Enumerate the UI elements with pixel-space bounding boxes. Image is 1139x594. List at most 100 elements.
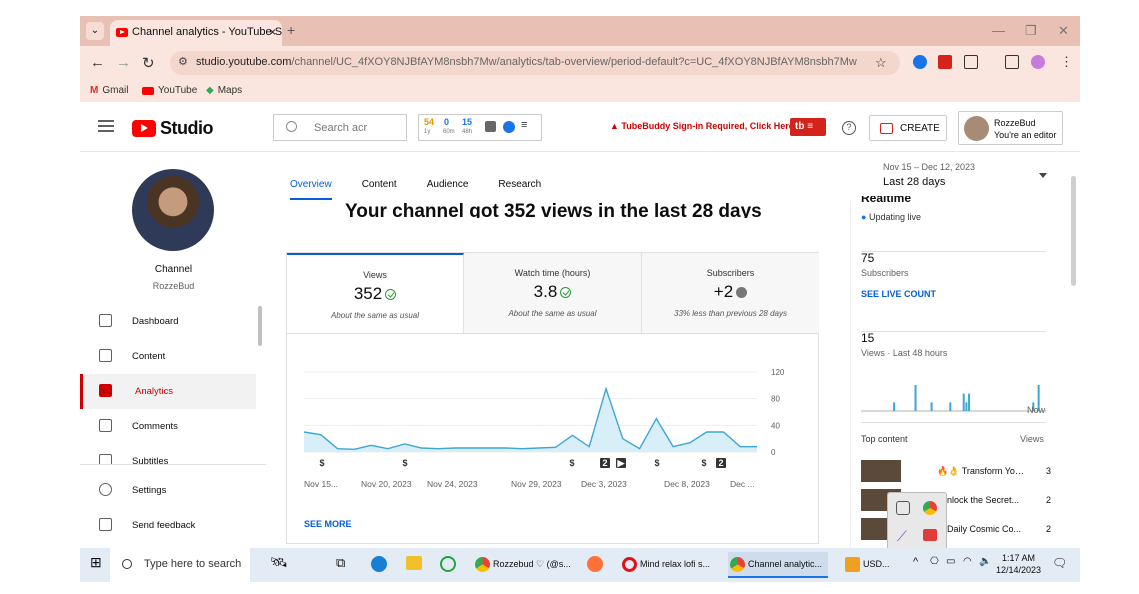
tab-research[interactable]: Research <box>498 179 541 200</box>
tray-overflow-chevron-icon[interactable]: ^ <box>913 556 918 568</box>
extensions-puzzle-icon[interactable] <box>964 55 978 69</box>
stat-views[interactable]: Views 352 About the same as usual <box>287 253 464 333</box>
taskbar-app-opera[interactable]: Mind relax lofi s... <box>620 552 720 578</box>
weather-icon[interactable]: 🛰 <box>270 554 288 571</box>
tb-extension-icon[interactable] <box>503 121 515 133</box>
left-sidebar: Channel RozzeBud Dashboard Content Analy… <box>80 153 270 563</box>
views-48h-count: 15 <box>861 331 875 345</box>
tab-overview[interactable]: Overview <box>290 179 332 200</box>
tab-search-icon[interactable]: ⌄ <box>86 22 104 40</box>
system-clock[interactable]: 1:17 AM 12/14/2023 <box>996 552 1041 576</box>
active-tab[interactable]: Channel analytics - YouTube Studio × <box>110 20 282 46</box>
subscribers-label: Subscribers <box>861 268 909 278</box>
date-range-label: Last 28 days <box>883 176 946 188</box>
sidebar-item-comments[interactable]: Comments <box>80 409 256 444</box>
windows-start-icon[interactable]: ⊞ <box>90 554 102 571</box>
youtube-logo-icon <box>132 120 156 137</box>
tb-chart-icon[interactable] <box>485 121 496 132</box>
views-chart: 120 80 40 0 $ $ $2 ▶ $ $2 Nov 15... Nov 20, 2023 Nov… <box>303 368 785 489</box>
tab-audience[interactable]: Audience <box>427 179 469 200</box>
sidebar-item-content[interactable]: Content <box>80 339 256 374</box>
stat-watch-time[interactable]: Watch time (hours) 3.8 About the same as… <box>464 253 642 333</box>
more-menu-icon[interactable]: ⋮ <box>1060 54 1073 70</box>
chrome-icon <box>475 557 490 572</box>
reload-icon[interactable]: ↻ <box>142 54 155 72</box>
check-circle-icon <box>560 287 572 299</box>
sidebar-item-subtitles[interactable]: Subtitles <box>80 444 256 464</box>
wifi-icon[interactable]: ◠ <box>963 556 972 567</box>
taskbar-app-chrome-1[interactable]: Rozzebud ♡ (@s... <box>473 552 573 578</box>
page-scrollbar[interactable] <box>1071 176 1076 286</box>
flag-icon[interactable] <box>923 529 937 541</box>
sidebar-item-dashboard[interactable]: Dashboard <box>80 304 256 339</box>
sidebar-item-analytics[interactable]: Analytics <box>80 374 256 409</box>
stat-subscribers[interactable]: Subscribers +2 33% less than previous 28… <box>642 253 819 333</box>
see-live-count-link[interactable]: SEE LIVE COUNT <box>861 289 936 299</box>
back-icon[interactable]: ← <box>90 54 105 71</box>
tubebuddy-stats-widget[interactable]: 54 0 15 1y 60m 48h ≡ <box>418 114 542 141</box>
tubebuddy-menu-button[interactable]: tb ≡ <box>790 118 826 136</box>
extension-icon[interactable] <box>913 55 927 69</box>
task-view-icon[interactable]: ⧉ <box>336 555 345 571</box>
account-switcher[interactable]: RozzeBud You're an editor <box>958 111 1063 145</box>
video-thumbnail <box>861 460 901 482</box>
stat-value: 352 <box>353 284 383 303</box>
profile-avatar-icon[interactable] <box>1031 55 1045 69</box>
tab-close-icon[interactable]: × <box>269 25 276 39</box>
sidebar-item-settings[interactable]: Settings <box>80 473 256 508</box>
chrome-icon[interactable] <box>923 501 937 515</box>
file-explorer-icon[interactable] <box>406 556 422 570</box>
address-bar[interactable]: ⚙ studio.youtube.com/channel/UC_4fXOY8NJ… <box>170 51 900 75</box>
views-line <box>303 386 757 451</box>
extension-icon[interactable] <box>938 55 952 69</box>
see-more-link[interactable]: SEE MORE <box>304 519 352 529</box>
annotation-marker-label: $ <box>319 458 324 468</box>
check-circle-icon <box>385 289 397 301</box>
taskbar-currency-widget[interactable]: USD... <box>843 552 913 578</box>
restore-icon[interactable]: ❐ <box>1025 23 1037 39</box>
taskbar-search[interactable]: Type here to search <box>110 548 250 582</box>
stat-label: Watch time (hours) <box>514 268 591 278</box>
views-column-header: Views <box>1020 434 1044 444</box>
site-info-icon[interactable]: ⚙ <box>178 55 188 68</box>
bookmark-gmail[interactable]: M Gmail <box>90 85 128 96</box>
tubebuddy-signin-link[interactable]: ▲ TubeBuddy Sign-in Required, Click Here <box>610 121 794 131</box>
divider <box>861 251 1046 252</box>
taskbar-app-chrome-2[interactable]: Channel analytic... <box>728 552 828 578</box>
new-tab-button[interactable]: + <box>287 22 295 38</box>
sidebar-item-feedback[interactable]: Send feedback <box>80 508 256 543</box>
top-content-item[interactable]: 🔥👌 Transform Your Fit...3 <box>861 460 1051 482</box>
volume-icon[interactable]: 🔈 <box>979 556 991 567</box>
pen-icon[interactable]: ⟋ <box>897 528 907 545</box>
create-button[interactable]: CREATE <box>869 115 947 141</box>
edge-icon[interactable] <box>371 556 387 572</box>
tray-overflow-popup: ⟋ <box>887 492 947 552</box>
whatsapp-icon[interactable] <box>440 556 456 572</box>
battery-icon[interactable]: ▭ <box>946 556 955 567</box>
help-icon[interactable]: ? <box>842 121 856 135</box>
security-icon[interactable] <box>896 501 910 515</box>
notifications-icon[interactable]: 🗨 <box>1052 556 1067 570</box>
close-window-icon[interactable]: ✕ <box>1058 23 1069 39</box>
minimize-icon[interactable]: — <box>992 23 1005 38</box>
date-range-picker[interactable]: Nov 15 – Dec 12, 2023 Last 28 days <box>883 162 1055 188</box>
search-input[interactable]: Search acr <box>273 114 407 141</box>
channel-avatar[interactable] <box>132 169 214 251</box>
tb-menu-icon[interactable]: ≡ <box>521 119 527 131</box>
tab-content[interactable]: Content <box>362 179 397 200</box>
firefox-icon[interactable] <box>587 556 603 572</box>
sidebar-scrollbar[interactable] <box>258 306 262 346</box>
bookmark-youtube[interactable]: YouTube <box>142 85 197 96</box>
forward-icon[interactable]: → <box>116 54 131 71</box>
tray-security-icon[interactable]: ⎔ <box>930 556 939 567</box>
hamburger-menu-icon[interactable] <box>98 120 114 132</box>
divider <box>861 331 1046 332</box>
dropdown-caret-icon <box>1039 173 1047 178</box>
search-icon <box>122 559 132 569</box>
warning-icon: ▲ <box>610 121 622 131</box>
bookmark-star-icon[interactable]: ☆ <box>875 55 887 71</box>
chrome-icon <box>730 557 745 572</box>
bookmark-maps[interactable]: ◆ Maps <box>206 85 242 96</box>
side-panel-icon[interactable] <box>1005 55 1019 69</box>
studio-logo[interactable]: Studio <box>132 118 214 139</box>
